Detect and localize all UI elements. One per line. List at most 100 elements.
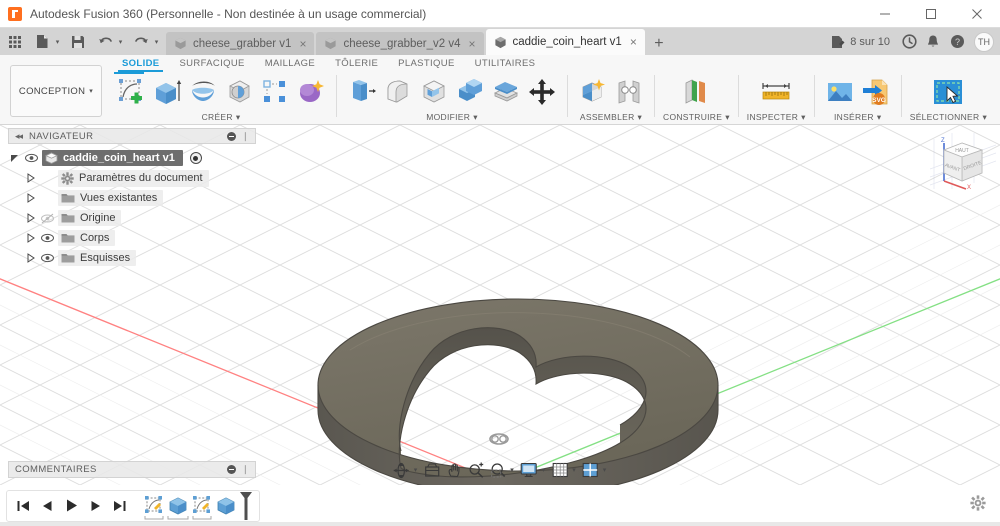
timeline-marker-icon[interactable] (239, 491, 253, 521)
go-to-end-icon[interactable] (109, 493, 129, 519)
undo-caret-icon[interactable]: ▾ (116, 30, 125, 54)
browser-item-label[interactable]: Corps (58, 230, 115, 246)
zoom-window-icon[interactable] (487, 458, 508, 482)
document-tab-cheese-grabber-v2-v4[interactable]: cheese_grabber_v2 v4 × (316, 32, 483, 55)
browser-row-sketches[interactable]: Esquisses (24, 248, 256, 268)
insert-image-icon[interactable] (823, 75, 857, 109)
new-document-caret-icon[interactable]: ▾ (53, 30, 62, 54)
browser-item-label[interactable]: Esquisses (58, 250, 136, 266)
ribbon-tab-plastique[interactable]: PLASTIQUE (388, 55, 464, 72)
redo-caret-icon[interactable]: ▾ (152, 30, 161, 54)
viewports-icon[interactable] (580, 458, 601, 482)
ribbon-tab-tolerie[interactable]: TÔLERIE (325, 55, 388, 72)
panel-options-icon[interactable] (227, 132, 236, 141)
ribbon-tab-maillage[interactable]: MAILLAGE (255, 55, 325, 72)
sketch-feature-icon[interactable] (191, 495, 213, 521)
go-to-start-icon[interactable] (13, 493, 33, 519)
undo-icon[interactable] (94, 30, 116, 54)
ribbon-group-label[interactable]: INSPECTER ▾ (747, 111, 806, 123)
comments-panel[interactable]: COMMENTAIRES ❘ (8, 461, 256, 478)
sketch-feature-icon[interactable] (143, 495, 165, 521)
grid-snaps-icon[interactable] (549, 458, 570, 482)
eye-visible-icon[interactable] (39, 231, 55, 245)
browser-row-document-settings[interactable]: Paramètres du document (24, 168, 256, 188)
extrude-feature-icon[interactable] (215, 495, 237, 521)
form-icon[interactable] (294, 75, 328, 109)
recent-clock-icon[interactable] (898, 31, 920, 53)
ribbon-group-label[interactable]: SÉLECTIONNER ▾ (910, 111, 987, 123)
tab-close-icon[interactable]: × (468, 38, 475, 50)
timeline-settings-gear-icon[interactable] (970, 495, 986, 516)
browser-row-bodies[interactable]: Corps (24, 228, 256, 248)
avatar[interactable]: TH (974, 32, 994, 52)
construct-plane-icon[interactable] (676, 75, 716, 109)
select-window-icon[interactable] (928, 75, 968, 109)
new-document-icon[interactable] (31, 30, 53, 54)
orbit-caret-icon[interactable]: ▾ (413, 466, 421, 474)
collapsed-triangle-icon[interactable] (24, 171, 36, 185)
display-settings-icon[interactable] (518, 458, 540, 482)
grid-apps-icon[interactable] (4, 30, 26, 54)
move-copy-icon[interactable] (525, 75, 559, 109)
panel-options-icon[interactable] (227, 465, 236, 474)
ribbon-group-label[interactable]: INSÉRER ▾ (834, 111, 881, 123)
zoom-window-caret-icon[interactable]: ▾ (509, 466, 517, 474)
joint-icon[interactable] (612, 75, 646, 109)
ribbon-tab-utilitaires[interactable]: UTILITAIRES (465, 55, 546, 72)
ribbon-group-label[interactable]: CRÉER ▾ (202, 111, 241, 123)
workspace-selector[interactable]: CONCEPTION ▾ (10, 65, 102, 117)
collapsed-triangle-icon[interactable] (24, 231, 36, 245)
eye-hidden-icon[interactable] (39, 211, 55, 225)
revolve-icon[interactable] (186, 75, 220, 109)
browser-item-label[interactable]: Paramètres du document (58, 170, 209, 187)
ribbon-group-label[interactable]: MODIFIER ▾ (426, 111, 478, 123)
eye-visible-icon[interactable] (39, 251, 55, 265)
maximize-icon[interactable] (908, 0, 954, 28)
tab-close-icon[interactable]: × (630, 36, 637, 48)
sweep-icon[interactable] (222, 75, 256, 109)
shell-icon[interactable] (417, 75, 451, 109)
new-tab-button[interactable]: + (647, 32, 671, 55)
play-icon[interactable] (61, 493, 81, 519)
browser-root-label[interactable]: caddie_coin_heart v1 (42, 150, 183, 166)
save-icon[interactable] (67, 30, 89, 54)
zoom-icon[interactable] (465, 458, 486, 482)
create-sketch-icon[interactable] (114, 75, 148, 109)
fillet-icon[interactable] (381, 75, 415, 109)
collapsed-triangle-icon[interactable] (24, 211, 36, 225)
viewport-canvas[interactable]: Z X HAUT AVANT DROITE (0, 125, 1000, 485)
ribbon-tab-surfacique[interactable]: SURFACIQUE (169, 55, 254, 72)
expanded-triangle-icon[interactable] (8, 151, 20, 165)
collapsed-triangle-icon[interactable] (24, 191, 36, 205)
viewports-caret-icon[interactable]: ▾ (602, 466, 610, 474)
grid-snaps-caret-icon[interactable]: ▾ (571, 466, 579, 474)
look-at-icon[interactable] (421, 458, 442, 482)
browser-item-label[interactable]: Origine (58, 210, 121, 226)
ribbon-group-label[interactable]: CONSTRUIRE ▾ (663, 111, 730, 123)
eye-visible-icon[interactable] (23, 151, 39, 165)
job-status-indicator[interactable]: 8 sur 10 (825, 31, 896, 53)
ribbon-tab-solide[interactable]: SOLIDE (112, 55, 169, 72)
document-tab-cheese-grabber-v1[interactable]: cheese_grabber v1 × (166, 32, 314, 55)
view-cube[interactable]: Z X HAUT AVANT DROITE (930, 131, 996, 193)
redo-icon[interactable] (130, 30, 152, 54)
insert-svg-icon[interactable]: SVG (859, 75, 893, 109)
pan-hand-icon[interactable] (443, 458, 464, 482)
extrude-feature-icon[interactable] (167, 495, 189, 521)
step-back-icon[interactable] (37, 493, 57, 519)
step-forward-icon[interactable] (85, 493, 105, 519)
browser-row-root[interactable]: caddie_coin_heart v1 (8, 148, 256, 168)
minimize-icon[interactable] (862, 0, 908, 28)
orbit-icon[interactable] (391, 458, 412, 482)
bell-icon[interactable] (922, 31, 944, 53)
ribbon-group-label[interactable]: ASSEMBLER ▾ (580, 111, 642, 123)
combine-icon[interactable] (453, 75, 487, 109)
panel-grip-icon[interactable]: ❘ (241, 464, 249, 475)
close-icon[interactable] (954, 0, 1000, 28)
extrude-icon[interactable] (150, 75, 184, 109)
browser-row-named-views[interactable]: Vues existantes (24, 188, 256, 208)
measure-icon[interactable] (756, 75, 796, 109)
document-tab-caddie-coin-heart-v1[interactable]: caddie_coin_heart v1 × (486, 29, 645, 55)
offset-face-icon[interactable] (489, 75, 523, 109)
browser-item-label[interactable]: Vues existantes (58, 190, 163, 206)
